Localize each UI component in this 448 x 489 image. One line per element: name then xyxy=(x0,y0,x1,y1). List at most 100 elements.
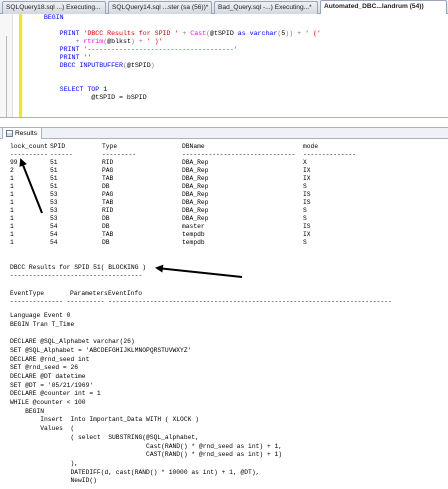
lock-table-cell: DBA_Rep xyxy=(182,167,209,174)
event-info-line: SET @SQL_Alphabet = 'ABCDEFGHIJKLMNOPQRS… xyxy=(10,346,192,354)
code-token: @tSPID xyxy=(210,30,238,37)
lock-table-row: 1 54 DB tempdb S xyxy=(10,239,440,247)
dbcc-results-rule: ----------------------------------- xyxy=(10,272,143,279)
event-info-line: Values ( xyxy=(10,425,75,433)
event-info-line: Insert Into Important_Data WITH ( XLOCK … xyxy=(10,416,199,424)
results-pane[interactable]: lock_count SPID Type DBName mode -------… xyxy=(0,140,448,489)
lock-table-separator: ---------- ------ --------- ------------… xyxy=(10,151,440,159)
lock-table-cell: RID xyxy=(102,159,114,166)
lock-table-cell: S xyxy=(303,207,307,214)
lock-table-cell: 1 xyxy=(10,199,14,206)
lock-table-cell: 1 xyxy=(10,191,14,198)
lock-table-cell: IS xyxy=(303,199,311,206)
event-info-line: Language Event 0 xyxy=(10,312,71,319)
col-header-event-type: EventType xyxy=(10,290,45,297)
lock-table-cell: S xyxy=(303,239,307,246)
code-token: @blkst xyxy=(107,38,131,45)
code-line[interactable]: DBCC INPUTBUFFER(@tSPID) xyxy=(28,62,321,70)
lock-table-cell: 54 xyxy=(50,231,58,238)
lock-table-row: 1 53 TAB DBA_Rep IS xyxy=(10,199,440,207)
lock-table-cell: 1 xyxy=(10,223,14,230)
col-header-dbname: DBName xyxy=(182,143,205,150)
tab-sqlquery14[interactable]: SQLQuery14.sql ...ster (sa (56))* xyxy=(108,1,212,14)
code-line[interactable]: PRINT '---------------------------------… xyxy=(28,46,321,54)
lock-table-cell: S xyxy=(303,215,307,222)
lock-table-cell: DB xyxy=(102,223,110,230)
lock-table-cell: 51 xyxy=(50,159,58,166)
lock-table-row: 1 53 DB DBA_Rep S xyxy=(10,215,440,223)
lock-table-row: 1 54 TAB tempdb IX xyxy=(10,231,440,239)
lock-table-cell: 1 xyxy=(10,183,14,190)
lock-table-row: 2 51 PAG DBA_Rep IX xyxy=(10,167,440,175)
col-header-parameters: Parameters xyxy=(70,290,108,297)
dbcc-results-header: DBCC Results for SPID 51( BLOCKING ) xyxy=(10,264,147,271)
event-info-line: BEGIN Tran T_Time xyxy=(10,320,75,328)
code-line[interactable] xyxy=(28,22,321,30)
event-info-line: DATEDIFF(d, cast(RAND() * 10000 as int) … xyxy=(10,468,260,476)
code-token: @tSPID xyxy=(126,62,151,69)
lock-table-header: lock_count SPID Type DBName mode xyxy=(10,143,440,151)
lock-table-cell: 53 xyxy=(50,207,58,214)
event-table-separator: -------------- ---------- --------------… xyxy=(10,298,392,305)
lock-table-cell: DBA_Rep xyxy=(182,199,209,206)
query-editor[interactable]: BEGIN PRINT 'DBCC Results for SPID ' + C… xyxy=(0,14,448,118)
col-header-lock-count: lock_count xyxy=(10,143,48,150)
lock-table-cell: IX xyxy=(303,175,311,182)
event-info-line: DECLARE @counter int = 1 xyxy=(10,390,101,398)
separator-dbname: ------------------------------ xyxy=(182,151,296,158)
event-info-line: ), xyxy=(10,459,79,467)
lock-table-cell: TAB xyxy=(102,199,114,206)
code-line[interactable]: @tSPID = bSPID xyxy=(28,94,321,102)
grid-icon xyxy=(6,130,13,137)
col-header-mode: mode xyxy=(303,143,319,150)
code-line[interactable]: PRINT 'DBCC Results for SPID ' + Cast(@t… xyxy=(28,30,321,38)
event-info-line: CAST(RAND() * @rnd_seed as int) + 1) xyxy=(10,451,283,459)
code-line[interactable] xyxy=(28,78,321,86)
code-token: + xyxy=(178,30,191,37)
code-token: )) + xyxy=(285,30,306,37)
code-token: as varchar xyxy=(237,30,278,37)
col-header-event-info: EventInfo xyxy=(108,290,143,297)
query-code[interactable]: BEGIN PRINT 'DBCC Results for SPID ' + C… xyxy=(28,14,321,102)
lock-table-row: 1 51 DB DBA_Rep S xyxy=(10,183,440,191)
lock-table-row: 99 51 RID DBA_Rep X xyxy=(10,159,440,167)
code-line[interactable]: BEGIN xyxy=(28,14,321,22)
lock-table-cell: RID xyxy=(102,207,114,214)
lock-table-cell: 53 xyxy=(50,199,58,206)
code-line[interactable] xyxy=(28,70,321,78)
code-token: PRINT xyxy=(59,46,84,53)
lock-table-cell: PAG xyxy=(102,191,114,198)
tab-automated-dbcc[interactable]: Automated_DBC...landrum (54)) xyxy=(320,0,447,14)
lock-table-cell: TAB xyxy=(102,231,114,238)
lock-table-cell: PAG xyxy=(102,167,114,174)
code-token: DBCC INPUTBUFFER xyxy=(59,62,123,69)
code-line[interactable]: PRINT '' xyxy=(28,54,321,62)
lock-table-cell: 1 xyxy=(10,231,14,238)
lock-table-cell: 51 xyxy=(50,167,58,174)
editor-gutter xyxy=(0,14,13,117)
code-token: Cast xyxy=(190,30,207,37)
lock-table-cell: 1 xyxy=(10,175,14,182)
tab-results[interactable]: Results xyxy=(2,127,42,139)
event-info-line: SET @DT = '05/21/1969' xyxy=(10,381,94,389)
code-token: '' xyxy=(83,54,92,61)
event-info-line: SET @rnd_seed = 26 xyxy=(10,364,79,372)
event-info-line: Cast(RAND() * @rnd_seed as int) + 1, xyxy=(10,442,283,450)
lock-table-cell: IX xyxy=(303,231,311,238)
separator-type: --------- xyxy=(102,151,137,158)
code-line[interactable]: SELECT TOP 1 xyxy=(28,86,321,94)
lock-table-row: 1 51 TAB DBA_Rep IX xyxy=(10,175,440,183)
lock-table-cell: X xyxy=(303,159,307,166)
col-header-type: Type xyxy=(102,143,118,150)
tab-sqlquery18[interactable]: SQLQuery18.sql ...) Executing... xyxy=(2,1,106,14)
lock-table-cell: IX xyxy=(303,167,311,174)
code-token: ) xyxy=(150,62,155,69)
lock-table-cell: 1 xyxy=(10,215,14,222)
lock-table-cell: DBA_Rep xyxy=(182,175,209,182)
lock-table-cell: 99 xyxy=(10,159,18,166)
lock-table-cell: DBA_Rep xyxy=(182,191,209,198)
code-line[interactable]: + rtrim(@blkst) + ' )' xyxy=(28,38,321,46)
event-info-line: WHILE @counter < 100 xyxy=(10,399,86,406)
results-tab-label: Results xyxy=(15,130,37,137)
tab-bad-query[interactable]: Bad_Query.sql -...) Executing...* xyxy=(214,1,318,14)
